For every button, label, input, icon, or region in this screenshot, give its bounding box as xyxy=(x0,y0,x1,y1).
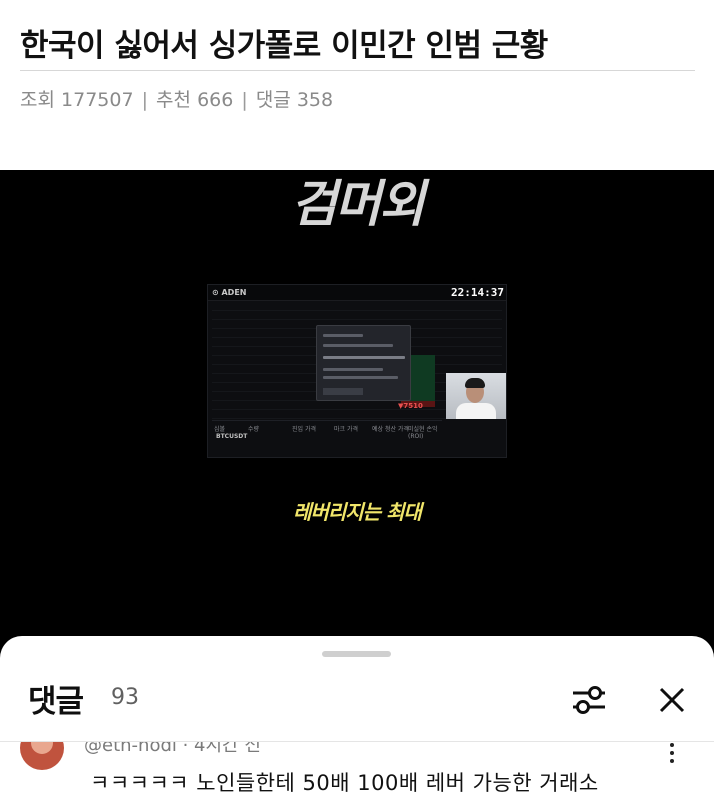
comments-title: 댓글 xyxy=(28,684,84,720)
sliders-icon[interactable] xyxy=(567,680,611,720)
video-player[interactable]: 검머외 ⊙ ADEN 22:14:37 ▼7510 심볼 수량 진입 가격 마크… xyxy=(0,170,714,670)
streamer-webcam xyxy=(446,373,506,419)
meta-separator: | xyxy=(141,89,148,111)
more-vertical-icon[interactable] xyxy=(660,740,684,766)
table-header: 예상 청산 가격 xyxy=(372,426,409,433)
sheet-divider xyxy=(0,741,714,742)
recommend-count: 666 xyxy=(197,89,234,111)
table-header: 미실현 손익(ROI) xyxy=(408,426,438,440)
leverage-dialog xyxy=(316,325,411,401)
comments-label: 댓글 xyxy=(255,89,291,111)
video-caption-bottom: 레버리지는 최대 xyxy=(293,500,422,524)
scroll-clip xyxy=(0,726,714,742)
recommend-label: 추천 xyxy=(156,89,192,111)
table-header: 수량 xyxy=(248,426,260,433)
stream-clock: 22:14:37 xyxy=(451,286,504,299)
sheet-drag-handle[interactable] xyxy=(322,651,391,657)
comments-sheet: 댓글 93 @eth-hodl · 4시간 전 ㅋㅋㅋㅋㅋ 노인들한테 50배 … xyxy=(0,636,714,801)
video-caption-top: 검머외 xyxy=(291,175,425,233)
last-price: ▼7510 xyxy=(398,402,423,410)
post-title: 한국이 싫어서 싱가폴로 이민간 인범 근황 xyxy=(20,28,548,64)
table-header: 마크 가격 xyxy=(334,426,358,433)
comment-text: ㅋㅋㅋㅋㅋ 노인들한테 50배 100배 레버 가능한 거래소 xyxy=(90,771,599,795)
views-label: 조회 xyxy=(20,89,55,111)
table-header: 심볼 xyxy=(214,426,226,433)
meta-separator: | xyxy=(241,89,248,111)
close-icon[interactable] xyxy=(652,680,692,720)
post-meta: 조회 177507 | 추천 666 | 댓글 358 xyxy=(20,85,333,112)
post-header: 한국이 싫어서 싱가폴로 이민간 인범 근황 조회 177507 | 추천 66… xyxy=(0,0,714,170)
title-divider xyxy=(20,70,695,71)
trading-topbar: ⊙ ADEN 22:14:37 xyxy=(208,285,506,301)
trading-screen: ⊙ ADEN 22:14:37 ▼7510 심볼 수량 진입 가격 마크 가격 … xyxy=(207,284,507,458)
table-header: 진입 가격 xyxy=(292,426,316,433)
exchange-logo: ⊙ ADEN xyxy=(212,288,247,297)
views-count: 177507 xyxy=(61,89,134,111)
comments-count: 358 xyxy=(296,89,334,111)
comments-count-badge: 93 xyxy=(111,685,139,710)
position-symbol: BTCUSDT xyxy=(216,433,248,440)
